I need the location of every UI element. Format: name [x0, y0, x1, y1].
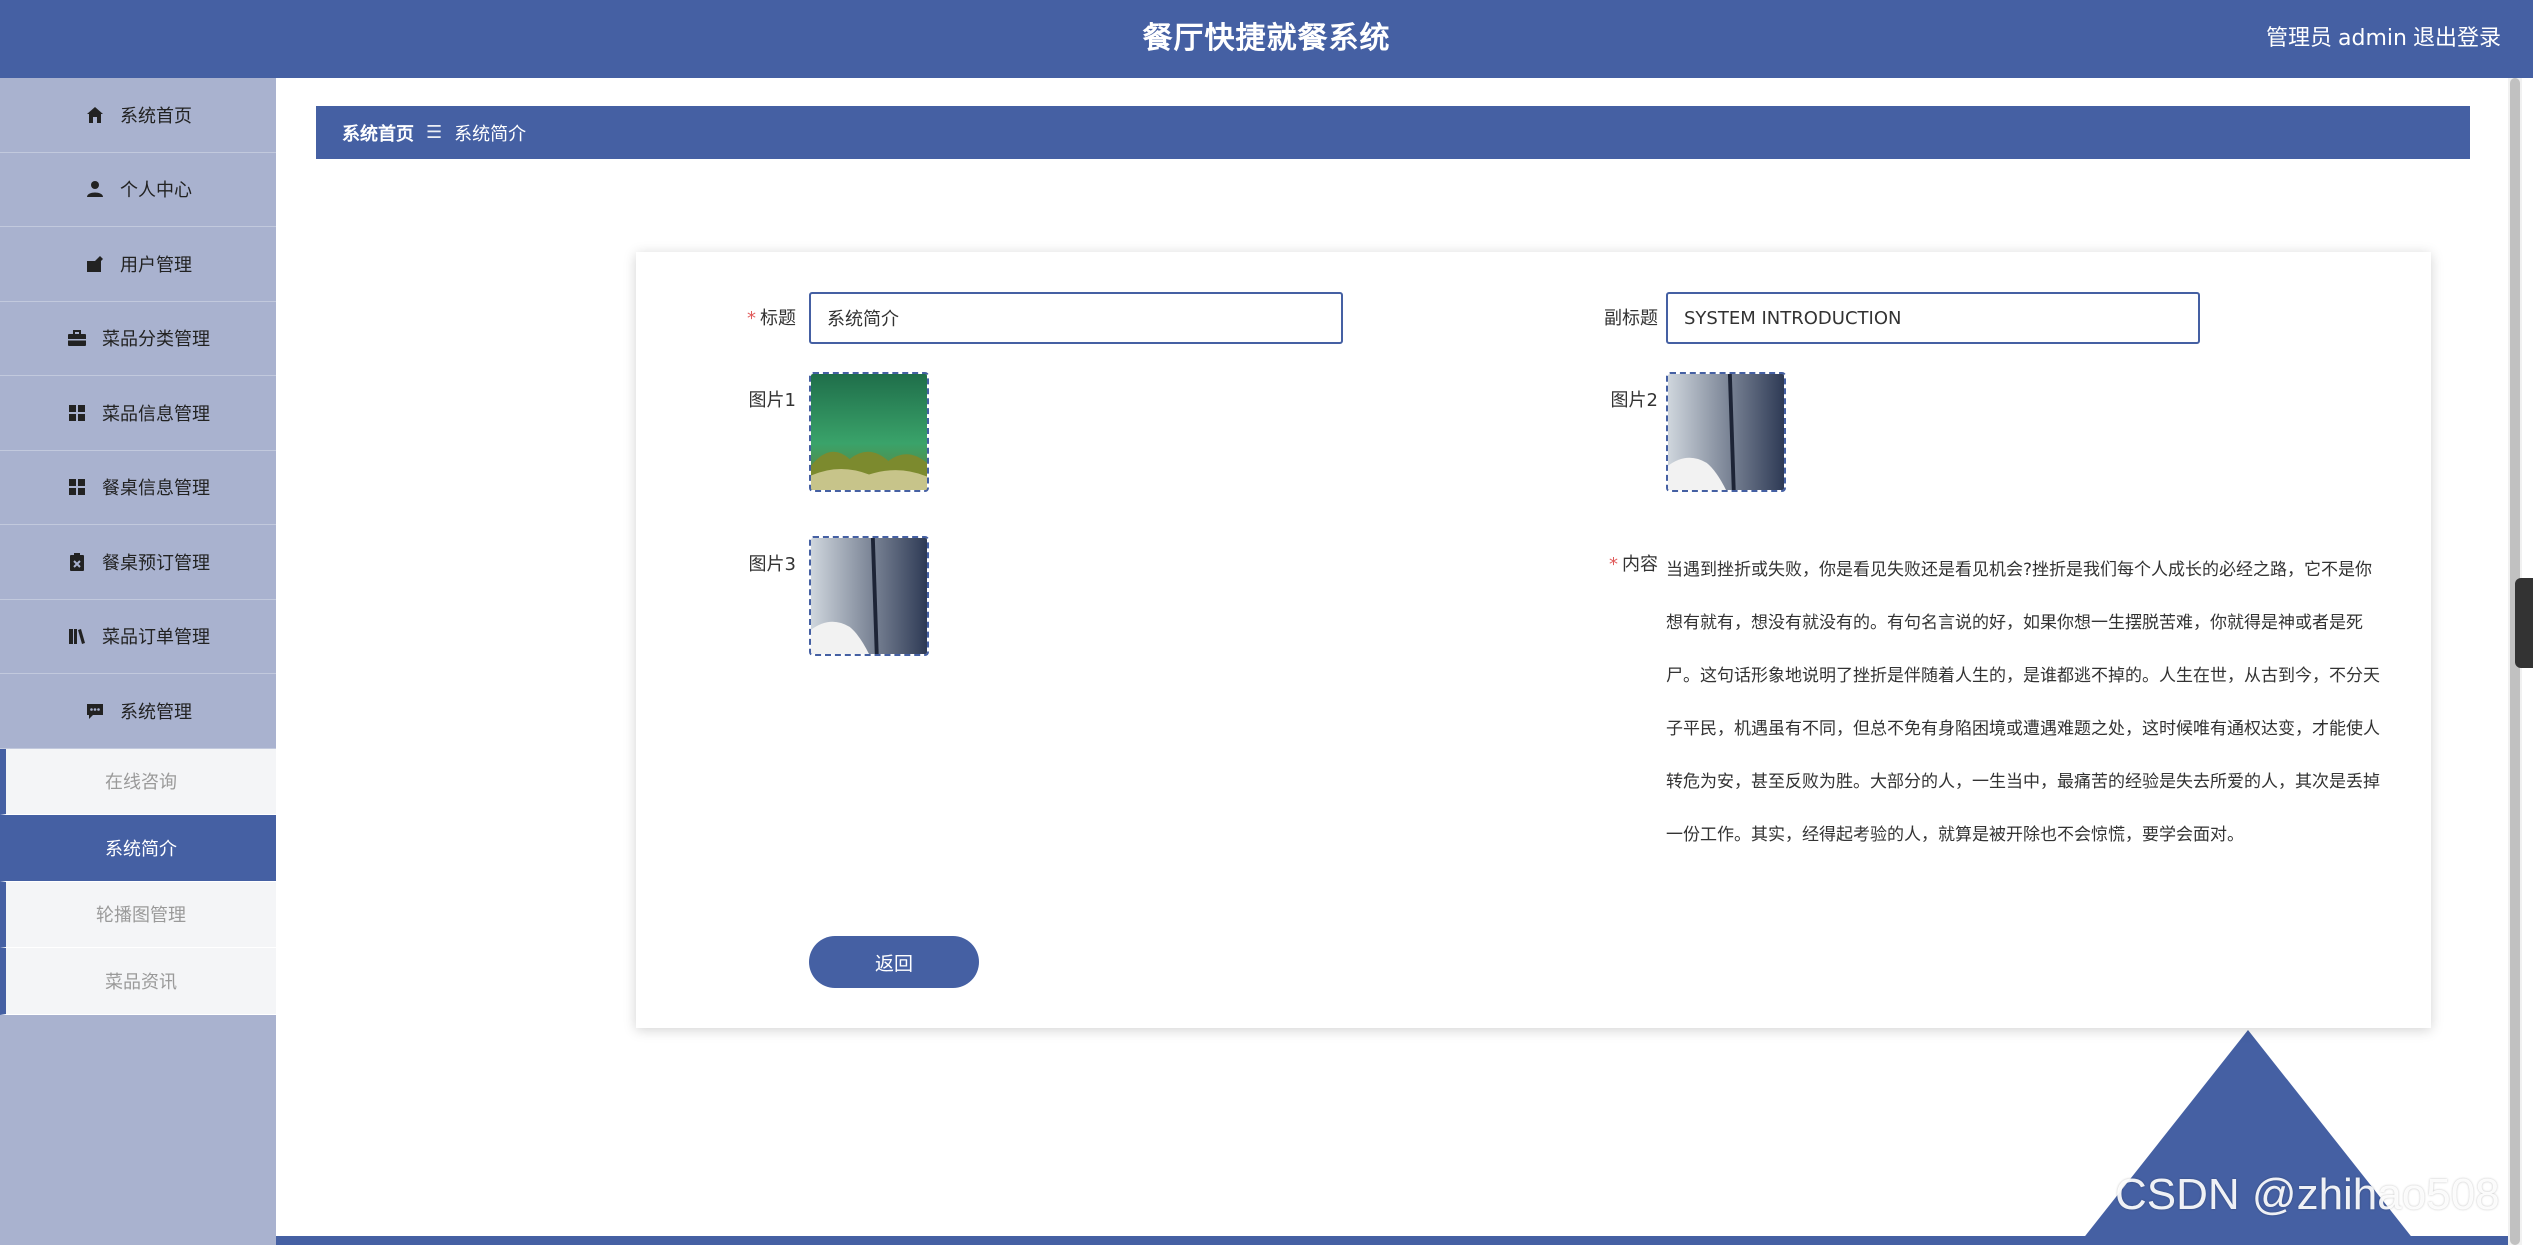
sidebar-item-home[interactable]: 系统首页	[0, 78, 276, 153]
sidebar-item-label: 个人中心	[120, 180, 192, 202]
clipboard-icon	[66, 551, 88, 573]
submenu-dish-news[interactable]: 菜品资讯	[0, 948, 276, 1015]
image3-label: 图片3	[748, 554, 796, 575]
sidebar-item-label: 菜品分类管理	[102, 329, 210, 351]
watermark: CSDN @zhihao508	[2115, 1170, 2500, 1219]
sidebar-item-label: 餐桌信息管理	[102, 478, 210, 500]
user-name: admin	[2338, 26, 2407, 51]
sidebar-item-label: 用户管理	[120, 254, 192, 276]
sidebar-item-users[interactable]: 用户管理	[0, 227, 276, 302]
title-input[interactable]	[809, 292, 1343, 344]
home-icon	[84, 104, 106, 126]
sidebar-item-profile[interactable]: 个人中心	[0, 153, 276, 227]
breadcrumb-separator-icon: ☰	[426, 122, 443, 143]
sidebar-item-label: 餐桌预订管理	[102, 552, 210, 574]
image1-thumbnail[interactable]	[809, 372, 929, 492]
grid-icon	[66, 402, 88, 424]
image1-label: 图片1	[748, 390, 796, 411]
sidebar-item-label: 菜品信息管理	[102, 403, 210, 425]
submenu-system-intro[interactable]: 系统简介	[0, 815, 276, 882]
content-text: 当遇到挫折或失败，你是看见失败还是看见机会?挫折是我们每个人成长的必经之路，它不…	[1666, 560, 2380, 845]
sidebar-item-dish-category[interactable]: 菜品分类管理	[0, 302, 276, 376]
sidebar-item-dish-orders[interactable]: 菜品订单管理	[0, 600, 276, 674]
content-label: * 内容	[1609, 554, 1658, 575]
required-mark: *	[1609, 554, 1618, 575]
subtitle-label: 副标题	[1604, 308, 1658, 329]
sidebar-item-label: 系统管理	[120, 701, 192, 723]
image3-thumbnail[interactable]	[809, 536, 929, 656]
subtitle-input[interactable]	[1666, 292, 2200, 344]
app-title: 餐厅快捷就餐系统	[1142, 21, 1391, 56]
submenu-online-consult[interactable]: 在线咨询	[0, 748, 276, 815]
breadcrumb-home[interactable]: 系统首页	[342, 120, 414, 146]
back-button[interactable]: 返回	[809, 936, 979, 988]
sidebar-item-label: 系统首页	[120, 105, 192, 127]
user-area: 管理员 admin 退出登录	[2260, 0, 2501, 78]
grid-icon	[66, 476, 88, 498]
title-label: * 标题	[747, 308, 796, 329]
top-header: 餐厅快捷就餐系统 管理员 admin 退出登录	[0, 0, 2533, 78]
sidebar: 系统首页 个人中心 用户管理 菜品分类管理 菜品信息管理 餐桌信息管理 餐桌预订…	[0, 78, 276, 1245]
user-icon	[84, 178, 106, 200]
chat-icon	[84, 700, 106, 722]
user-manage-icon	[84, 253, 106, 275]
logout-link[interactable]: 退出登录	[2413, 26, 2501, 51]
breadcrumb-current: 系统简介	[454, 123, 527, 145]
orders-icon	[66, 625, 88, 647]
sidebar-item-label: 菜品订单管理	[102, 627, 210, 649]
image2-thumbnail[interactable]	[1666, 372, 1786, 492]
sidebar-item-table-info[interactable]: 餐桌信息管理	[0, 451, 276, 525]
submenu-carousel[interactable]: 轮播图管理	[0, 881, 276, 948]
form-card: *标题 副标题 图片1 图片2 图片3 *内容 当遇到挫折或失败，你是看见失败还…	[636, 252, 2431, 1028]
sidebar-item-table-booking[interactable]: 餐桌预订管理	[0, 525, 276, 600]
breadcrumb: 系统首页 ☰ 系统简介	[316, 106, 2470, 159]
bottom-bar	[276, 1236, 2508, 1245]
sidebar-item-dish-info[interactable]: 菜品信息管理	[0, 376, 276, 451]
briefcase-icon	[66, 327, 88, 349]
user-role: 管理员	[2266, 26, 2333, 51]
sidebar-item-system[interactable]: 系统管理	[0, 674, 276, 749]
required-mark: *	[747, 308, 756, 329]
side-toggle-tab[interactable]	[2515, 578, 2533, 668]
image2-label: 图片2	[1610, 390, 1658, 411]
